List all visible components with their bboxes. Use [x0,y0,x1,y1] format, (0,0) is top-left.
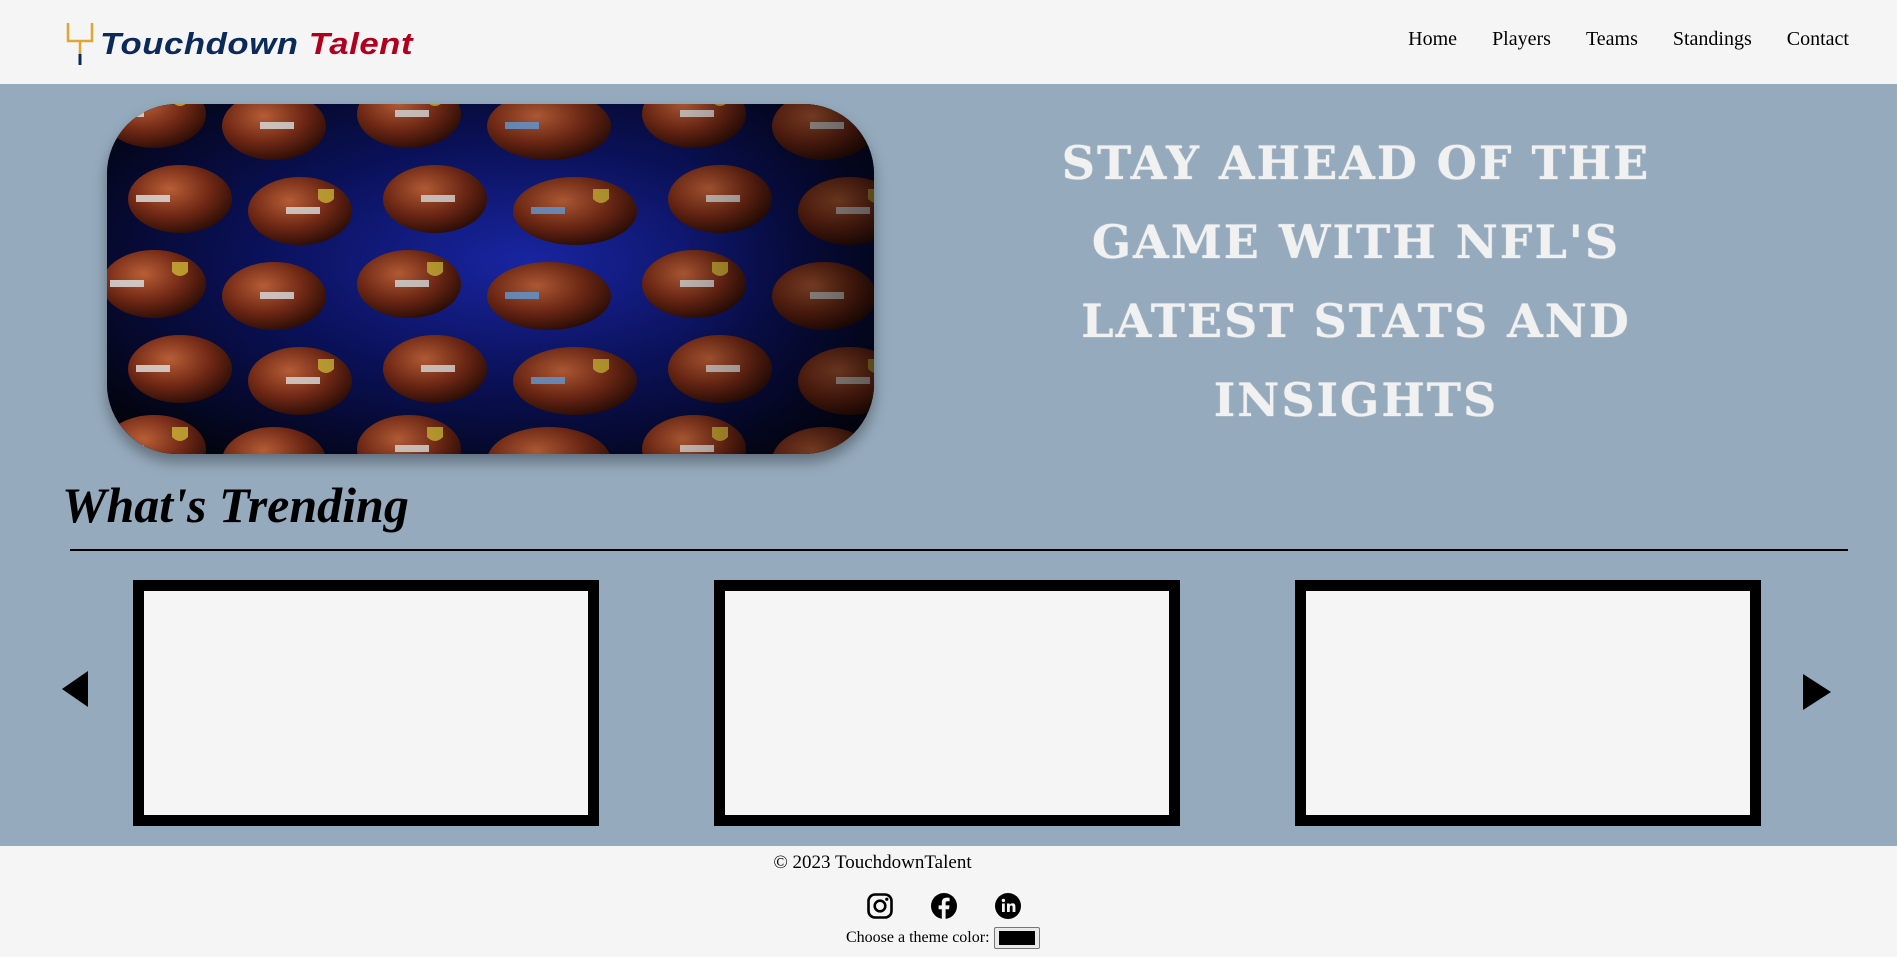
hero-image [107,104,874,454]
site-footer: © 2023 TouchdownTalent Choose a theme co… [0,846,1897,957]
trending-card-3[interactable] [1295,580,1761,826]
nav-contact[interactable]: Contact [1787,28,1849,51]
copyright-text: © 2023 TouchdownTalent [773,852,972,873]
football-rack-photo [107,104,874,454]
theme-picker: Choose a theme color: [846,927,1040,949]
facebook-icon[interactable] [930,892,958,920]
social-links [866,892,1022,920]
theme-label: Choose a theme color: [846,929,990,946]
nav-teams[interactable]: Teams [1586,28,1638,51]
hero-headline: Stay ahead of the game with NFL's latest… [1061,136,1651,427]
triangle-right-icon[interactable] [1803,674,1831,710]
theme-color-input[interactable] [993,927,1040,949]
football-laces [110,445,144,452]
linkedin-icon[interactable] [994,892,1022,920]
triangle-left-icon[interactable] [62,671,88,707]
main-nav: Home Players Teams Standings Contact [1408,28,1849,51]
logo[interactable]: Touchdown Talent [66,20,413,68]
brand-word-talent: Talent [308,26,414,61]
theme-color-swatch [998,931,1035,945]
brand-name: Touchdown Talent [100,26,413,62]
main-content: Stay ahead of the game with NFL's latest… [0,84,1897,846]
goalpost-icon [66,23,94,65]
trending-divider [70,549,1848,551]
instagram-icon[interactable] [866,892,894,920]
trending-card-2[interactable] [714,580,1180,826]
nav-players[interactable]: Players [1492,28,1551,51]
nav-standings[interactable]: Standings [1673,28,1752,51]
trending-card-1[interactable] [133,580,599,826]
nav-home[interactable]: Home [1408,28,1457,51]
site-header: Touchdown Talent Home Players Teams Stan… [0,0,1897,84]
brand-word-touchdown: Touchdown [100,26,299,61]
trending-title: What's Trending [62,477,409,533]
